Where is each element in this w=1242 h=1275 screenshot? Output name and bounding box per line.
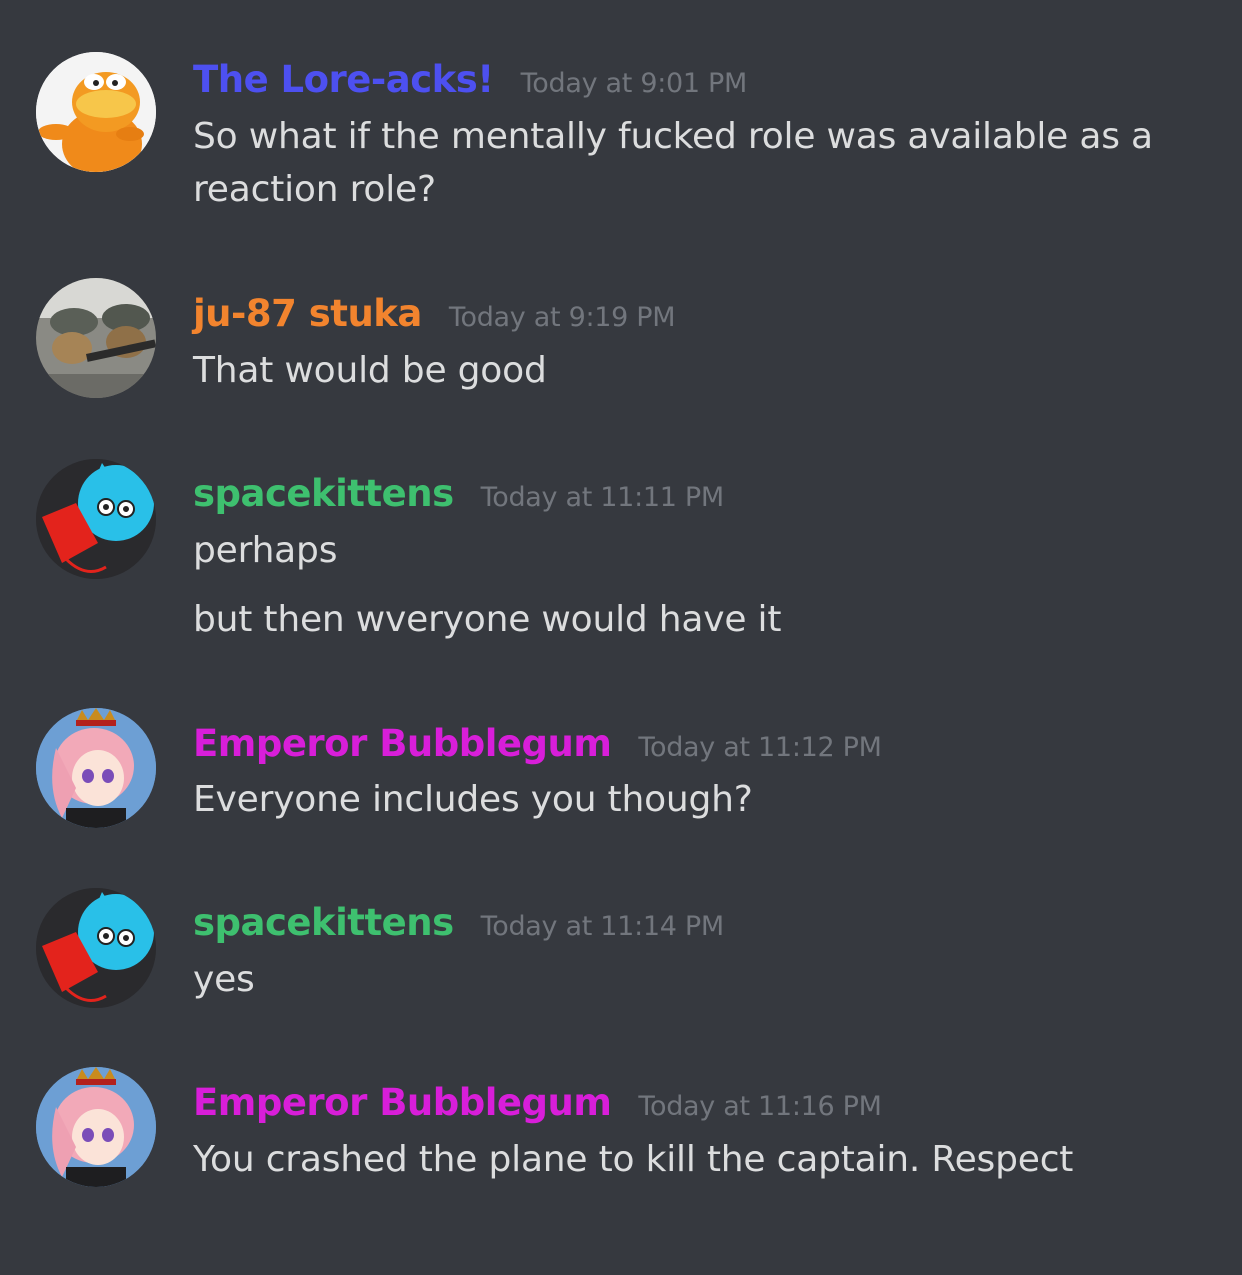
anime-crown-avatar[interactable] [36, 708, 156, 828]
username[interactable]: spacekittens [193, 901, 454, 944]
username[interactable]: Emperor Bubblegum [193, 1081, 612, 1124]
soldier-dog-avatar[interactable] [36, 278, 156, 398]
message-content: Everyone includes you though? [193, 779, 753, 820]
anime-crown-avatar[interactable] [36, 1067, 156, 1187]
message-content: but then wveryone would have it [193, 599, 782, 640]
blue-cat-avatar[interactable] [36, 459, 156, 579]
timestamp: Today at 9:19 PM [448, 302, 676, 333]
username[interactable]: ju-87 stuka [193, 292, 422, 335]
message-content: yes [193, 959, 255, 1000]
timestamp: Today at 9:01 PM [520, 68, 748, 99]
lorax-avatar[interactable] [36, 52, 156, 172]
username[interactable]: spacekittens [193, 472, 454, 515]
timestamp: Today at 11:12 PM [638, 732, 882, 763]
message-content: You crashed the plane to kill the captai… [193, 1139, 1074, 1180]
username[interactable]: Emperor Bubblegum [193, 722, 612, 765]
message-content: perhaps [193, 530, 338, 571]
timestamp: Today at 11:14 PM [480, 911, 725, 942]
timestamp: Today at 11:16 PM [638, 1091, 882, 1122]
username[interactable]: The Lore-acks! [193, 58, 494, 101]
message-content: So what if the mentally fucked role was … [193, 116, 1153, 210]
timestamp: Today at 11:11 PM [480, 482, 725, 513]
message-content: That would be good [193, 350, 547, 391]
blue-cat-avatar[interactable] [36, 888, 156, 1008]
